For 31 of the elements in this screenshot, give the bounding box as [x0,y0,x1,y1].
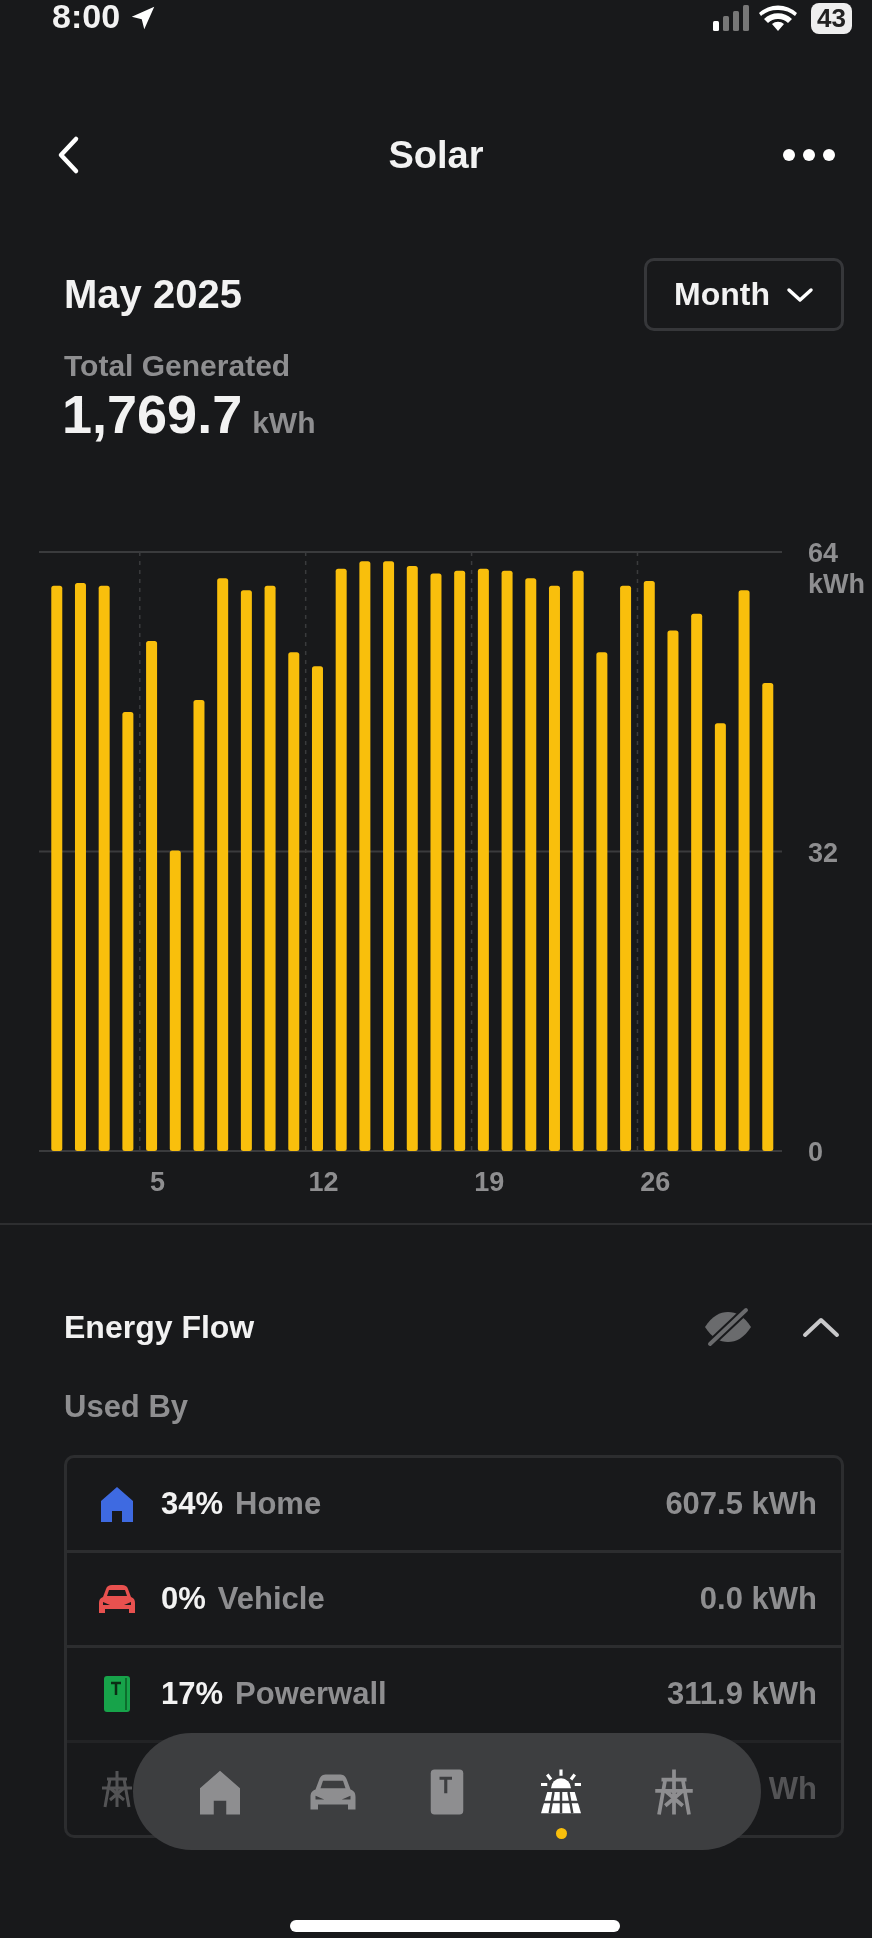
y-axis-label: 0 [808,1137,824,1167]
y-axis-label: 32 [808,837,839,868]
signal-icon [713,5,752,31]
usage-amount: 607.5 kWh [665,1486,817,1522]
total-value: 1,769.7 [62,383,243,445]
period-label: May 2025 [64,272,242,317]
usage-name: Vehicle [217,1581,325,1617]
total-unit: kWh [252,406,316,440]
y-axis-label: 64 kWh [808,541,865,599]
section-title: Energy Flow [64,1308,255,1346]
page-title: Solar [388,133,484,177]
usage-percent: 0% [161,1581,206,1617]
usage-amount: 0.0 kWh [699,1581,817,1617]
chevron-down-icon [785,286,814,303]
selected-dot [555,1827,567,1839]
usage-name: Home [235,1486,322,1522]
total-label: Total Generated [64,349,292,383]
wifi-icon [759,4,798,32]
x-axis-label: 5 [150,1167,166,1197]
period-dropdown[interactable]: Month [644,258,844,331]
usage-amount: 311.9 kWh [667,1676,817,1712]
x-axis-label: 12 [308,1167,339,1197]
x-axis-label: 26 [640,1167,671,1197]
usage-amount: Wh [768,1771,817,1807]
x-axis-label: 19 [474,1167,505,1197]
usage-percent: 34% [161,1486,224,1522]
status-time: 8:00 [52,0,121,33]
battery-level: 43 [811,2,852,34]
subsection-label: Used By [64,1389,190,1425]
usage-percent: 17% [161,1676,224,1712]
usage-name: Powerwall [235,1676,387,1712]
